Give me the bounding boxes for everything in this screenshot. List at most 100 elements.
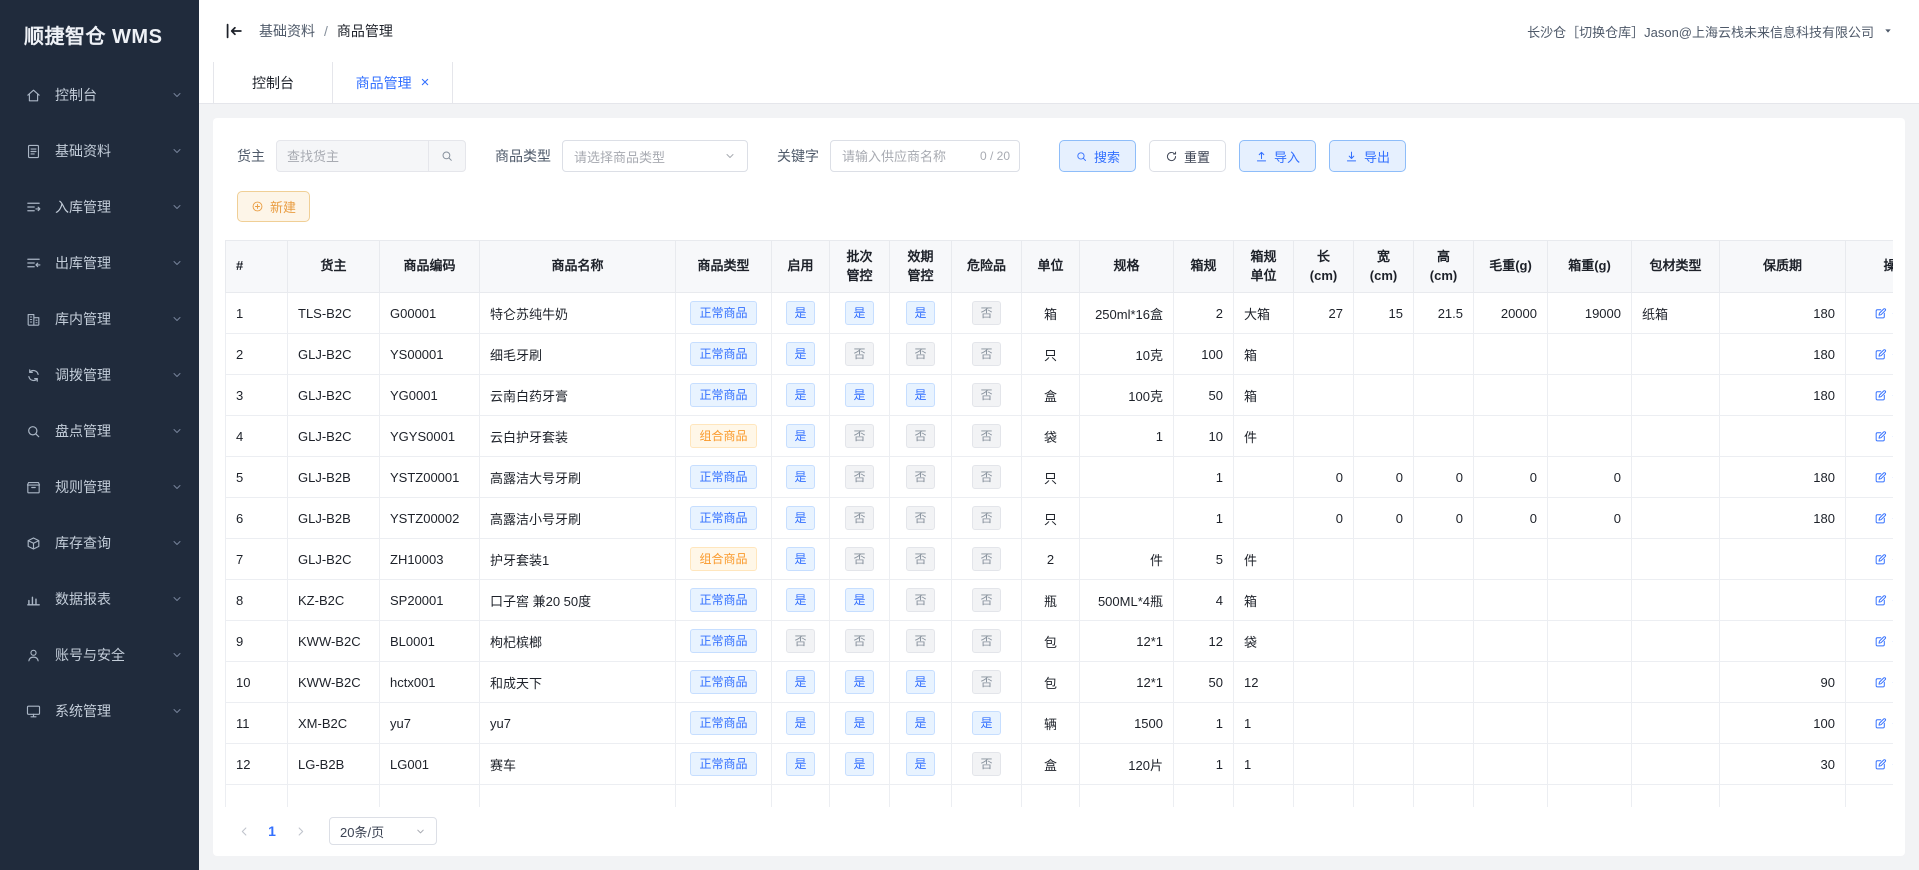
flag-tag: 是 <box>845 751 874 777</box>
cell-box_spec: 1 <box>1173 743 1234 785</box>
edit-icon <box>1876 635 1887 646</box>
cell-shelf_life: 30 <box>1719 743 1846 785</box>
sidebar-item-account[interactable]: 账号与安全 <box>0 627 199 683</box>
sidebar-item-reports[interactable]: 数据报表 <box>0 571 199 627</box>
edit-row-button[interactable]: 修改 <box>1874 468 1893 487</box>
product-type-tag: 正常商品 <box>690 505 757 531</box>
owner-search-button[interactable] <box>428 141 465 171</box>
table-row: 2GLJ-B2CYS00001细毛牙刷正常商品是否否否只10克100箱180修改 <box>225 333 1893 375</box>
sidebar-item-system[interactable]: 系统管理 <box>0 683 199 739</box>
sidebar-item-rules[interactable]: 规则管理 <box>0 459 199 515</box>
close-icon[interactable]: × <box>421 75 430 90</box>
search-button[interactable]: 搜索 <box>1059 140 1137 172</box>
sidebar-item-label: 控制台 <box>55 87 97 103</box>
cell-owner: KWW-B2C <box>287 661 380 703</box>
edit-row-button[interactable]: 修改 <box>1874 632 1893 651</box>
cell-action: 修改 <box>1845 374 1893 416</box>
sidebar-item-base-data[interactable]: 基础资料 <box>0 123 199 179</box>
edit-row-button[interactable]: 修改 <box>1874 673 1893 692</box>
cell-length: 0 <box>1293 456 1354 498</box>
cell-width <box>1353 415 1414 457</box>
cell-box_weight <box>1547 620 1632 662</box>
cell-gross_weight <box>1473 374 1548 416</box>
product-type-tag: 组合商品 <box>690 546 757 572</box>
collapse-sidebar-icon[interactable] <box>223 20 245 42</box>
product-management-card: 货主 商品类型 请选择商品类型 <box>213 118 1905 856</box>
sidebar-item-warehouse[interactable]: 库内管理 <box>0 291 199 347</box>
flag-tag: 是 <box>786 464 815 490</box>
export-button[interactable]: 导出 <box>1329 140 1407 172</box>
cell-action: 修改 <box>1845 456 1893 498</box>
edit-row-button[interactable]: 修改 <box>1874 591 1893 610</box>
edit-row-button[interactable]: 修改 <box>1874 386 1893 405</box>
cell-type: 正常商品 <box>675 292 772 334</box>
owner-filter-label: 货主 <box>237 148 265 164</box>
tab-0[interactable]: 控制台 <box>213 62 333 103</box>
cell-batch: 是 <box>829 702 890 744</box>
cell-spec: 120片 <box>1079 743 1174 785</box>
prev-page-button[interactable] <box>231 818 257 844</box>
sidebar-item-dashboard[interactable]: 控制台 <box>0 67 199 123</box>
sidebar-item-inbound[interactable]: 入库管理 <box>0 179 199 235</box>
edit-row-button[interactable]: 修改 <box>1874 714 1893 733</box>
top-header: 基础资料 / 商品管理 长沙仓［切换仓库］Jason@上海云栈未来信息科技有限公… <box>199 0 1919 62</box>
cell-action: 修改 <box>1845 743 1893 785</box>
cell-batch: 是 <box>829 374 890 416</box>
edit-row-button[interactable]: 修改 <box>1874 427 1893 446</box>
edit-row-button[interactable]: 修改 <box>1874 509 1893 528</box>
product-type-tag: 正常商品 <box>690 300 757 326</box>
edit-row-button[interactable]: 修改 <box>1874 304 1893 323</box>
edit-row-button[interactable]: 修改 <box>1874 755 1893 774</box>
cell-expiry: 是 <box>889 292 952 334</box>
page-number[interactable]: 1 <box>257 823 287 839</box>
cell-name: 护牙套装1 <box>479 538 676 580</box>
sidebar-item-transfer[interactable]: 调拨管理 <box>0 347 199 403</box>
create-button[interactable]: 新建 <box>237 191 311 222</box>
cell-name: 特仑苏纯牛奶 <box>479 292 676 334</box>
product-type-select[interactable]: 请选择商品类型 <box>562 140 748 172</box>
product-type-placeholder: 请选择商品类型 <box>574 149 666 165</box>
cell-type: 正常商品 <box>675 702 772 744</box>
import-button[interactable]: 导入 <box>1239 140 1317 172</box>
user-icon <box>28 649 39 661</box>
user-menu[interactable]: 长沙仓［切换仓库］Jason@上海云栈未来信息科技有限公司 <box>1527 22 1893 41</box>
cell-spec: 1 <box>1079 415 1174 457</box>
cell-idx: 8 <box>225 579 288 621</box>
plus-circle-icon <box>252 201 263 212</box>
flag-tag: 是 <box>845 669 874 695</box>
sidebar-item-outbound[interactable]: 出库管理 <box>0 235 199 291</box>
owner-search-input[interactable] <box>277 141 428 171</box>
cell-height <box>1413 620 1474 662</box>
flag-tag: 否 <box>906 423 935 449</box>
cell-spec: 10克 <box>1079 333 1174 375</box>
cell-action: 修改 <box>1845 702 1893 744</box>
page-size-select[interactable]: 20条/页 <box>329 817 437 845</box>
cell-box_unit: 12 <box>1233 661 1294 703</box>
sidebar-menu: 控制台基础资料 入库管理 出库管理 库内管理 调拨管理 盘点管理 规则管理 库存查询 数据报表账… <box>0 61 199 739</box>
cell-expiry: 否 <box>889 415 952 457</box>
edit-row-button[interactable]: 修改 <box>1874 345 1893 364</box>
cell-length <box>1293 579 1354 621</box>
chevron-down-icon <box>173 261 181 265</box>
sidebar-item-inventory[interactable]: 库存查询 <box>0 515 199 571</box>
breadcrumb-parent[interactable]: 基础资料 <box>259 21 315 41</box>
col-header-owner: 货主 <box>287 240 380 293</box>
edit-row-button[interactable]: 修改 <box>1874 550 1893 569</box>
chevron-down-icon <box>173 709 181 713</box>
cell-type: 组合商品 <box>675 415 772 457</box>
cell-shelf_life <box>1719 620 1846 662</box>
cell-packing <box>1631 538 1720 580</box>
col-header-hazard: 危险品 <box>951 240 1022 293</box>
cell-batch: 是 <box>829 292 890 334</box>
keyword-input[interactable] <box>831 148 980 164</box>
next-page-button[interactable] <box>287 818 313 844</box>
reset-button[interactable]: 重置 <box>1149 140 1227 172</box>
cell-length <box>1293 415 1354 457</box>
cell-width: 0 <box>1353 497 1414 539</box>
tab-1[interactable]: 商品管理 × <box>333 62 453 103</box>
cell-box_weight <box>1547 702 1632 744</box>
cell-code: ZH10003 <box>379 538 480 580</box>
cell-box_spec: 50 <box>1173 374 1234 416</box>
sidebar-item-stocktake[interactable]: 盘点管理 <box>0 403 199 459</box>
flag-tag: 否 <box>972 751 1001 777</box>
